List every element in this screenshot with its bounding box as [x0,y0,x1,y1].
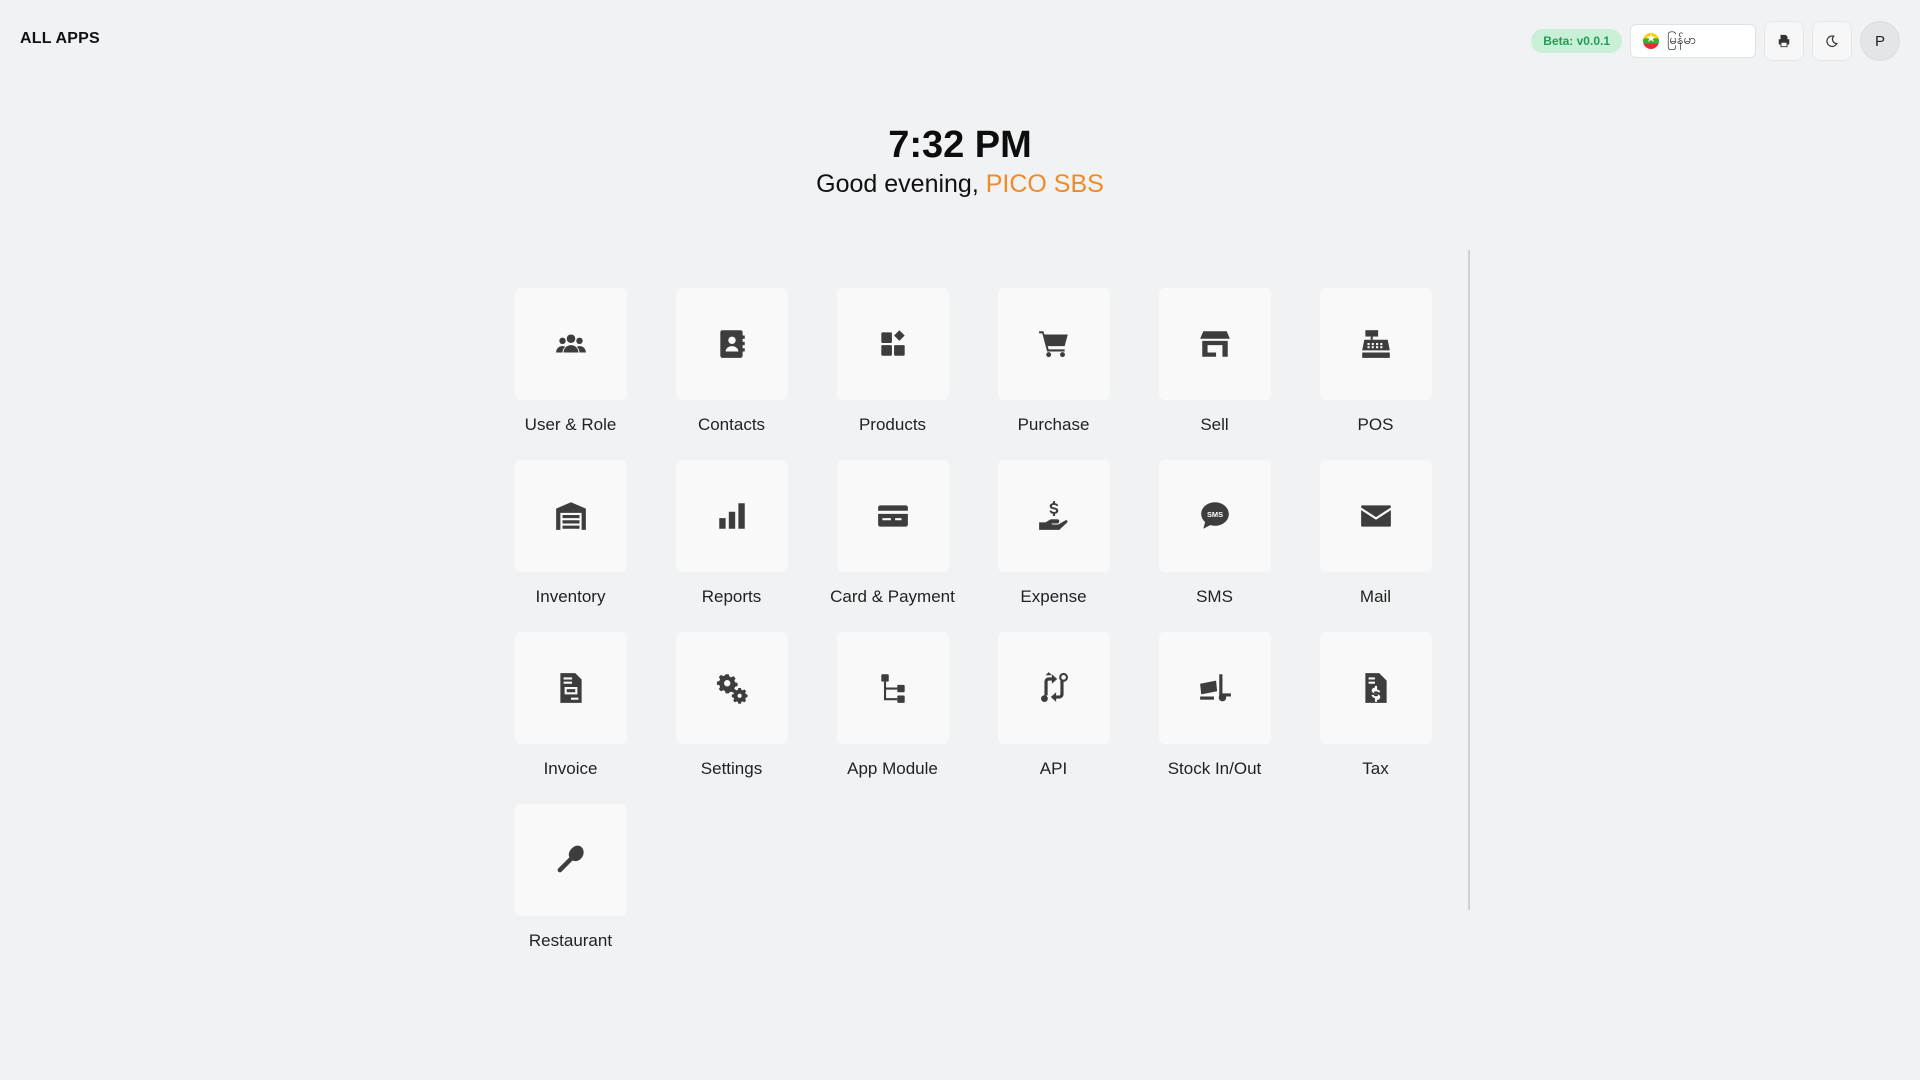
app-user-role[interactable]: User & Role [490,288,651,460]
printer-icon [1778,34,1790,48]
scrollbar-track[interactable] [1468,250,1470,910]
app-label: Tax [1362,759,1389,778]
app-products[interactable]: Products [812,288,973,460]
top-toolbar: Beta: v0.0.1 မြန်မာ P [1531,21,1900,61]
app-tile[interactable] [836,288,949,400]
app-stock-in-out[interactable]: Stock In/Out [1134,632,1295,804]
app-invoice[interactable]: Invoice [490,632,651,804]
app-tile[interactable] [514,460,627,572]
app-inventory[interactable]: Inventory [490,460,651,632]
app-label: POS [1357,415,1394,434]
spoon-icon [557,845,584,873]
app-tile[interactable] [1158,288,1271,400]
app-tile[interactable] [675,632,788,744]
hand-dollar-icon [1038,501,1068,530]
app-label: Inventory [535,587,606,606]
app-tile[interactable] [675,460,788,572]
greeting: Good evening, PICO SBS [0,170,1920,199]
app-tile[interactable] [1158,632,1271,744]
app-tile[interactable] [997,288,1110,400]
app-tile[interactable] [1319,460,1432,572]
app-pos[interactable]: POS [1295,288,1456,460]
greeting-text: Good evening, [816,170,979,198]
app-label: Restaurant [528,931,613,950]
module-tree-icon [880,674,905,703]
app-label: Products [858,415,927,434]
app-sell[interactable]: Sell [1134,288,1295,460]
store-icon [1199,331,1230,357]
app-tile[interactable] [997,460,1110,572]
app-reports[interactable]: Reports [651,460,812,632]
sms-icon: SMS [1200,502,1229,529]
app-tile[interactable] [836,460,949,572]
svg-text:SMS: SMS [1206,510,1222,519]
envelope-icon [1360,505,1391,527]
tax-file-icon [1364,673,1387,703]
app-purchase[interactable]: Purchase [973,288,1134,460]
app-tile[interactable] [514,632,627,744]
app-label: Reports [701,587,762,606]
app-mail[interactable]: Mail [1295,460,1456,632]
app-sms[interactable]: SMS SMS [1134,460,1295,632]
app-label: SMS [1196,587,1233,606]
moon-icon [1826,35,1838,48]
version-badge: Beta: v0.0.1 [1531,29,1622,53]
app-tile[interactable]: SMS [1158,460,1271,572]
app-label: Card & Payment [830,587,955,606]
app-label: Stock In/Out [1167,759,1262,778]
dark-mode-toggle[interactable] [1812,21,1852,61]
language-select-value: မြန်မာ [1667,31,1697,47]
app-tile[interactable] [514,288,627,400]
warehouse-icon [555,502,586,530]
app-label: App Module [847,759,938,778]
app-tile[interactable] [514,804,627,916]
truck-ramp-icon [1199,674,1231,702]
gears-icon [716,674,748,704]
avatar[interactable]: P [1860,21,1900,61]
app-tile[interactable] [836,632,949,744]
bar-chart-icon [718,503,745,529]
app-label: Contacts [697,415,766,434]
app-tile[interactable] [675,288,788,400]
clock-time: 7:32 PM [888,124,1032,166]
app-label: API [1039,759,1068,778]
app-label: Expense [1020,587,1087,606]
app-tile[interactable] [1319,288,1432,400]
page-title: ALL APPS [20,30,100,47]
app-expense[interactable]: Expense [973,460,1134,632]
app-label: User & Role [524,415,617,434]
api-icon [1040,672,1068,703]
app-restaurant[interactable]: Restaurant [490,804,651,976]
app-label: Purchase [1017,415,1090,434]
invoice-icon [559,673,582,703]
myanmar-flag-icon [1643,31,1659,49]
app-contacts[interactable]: Contacts [651,288,812,460]
app-card-payment[interactable]: Card & Payment [812,460,973,632]
app-tile[interactable] [1319,632,1432,744]
credit-card-icon [877,505,908,527]
app-tile[interactable] [997,632,1110,744]
users-icon [555,334,586,353]
app-label: Invoice [543,759,598,778]
app-settings[interactable]: Settings [651,632,812,804]
user-name: PICO SBS [985,170,1104,198]
app-label: Mail [1359,587,1392,606]
app-label: Sell [1200,415,1229,434]
contact-book-icon [719,330,745,358]
app-grid: User & Role Contacts Products Purchase S… [490,288,1456,976]
language-select[interactable]: မြန်မာ [1630,24,1756,58]
app-tax[interactable]: Tax [1295,632,1456,804]
cart-icon [1038,331,1068,358]
cash-register-icon [1361,330,1390,358]
printer-button[interactable] [1764,21,1804,61]
app-label: Settings [700,759,763,778]
app-api[interactable]: API [973,632,1134,804]
products-icon [880,330,905,356]
app-module[interactable]: App Module [812,632,973,804]
